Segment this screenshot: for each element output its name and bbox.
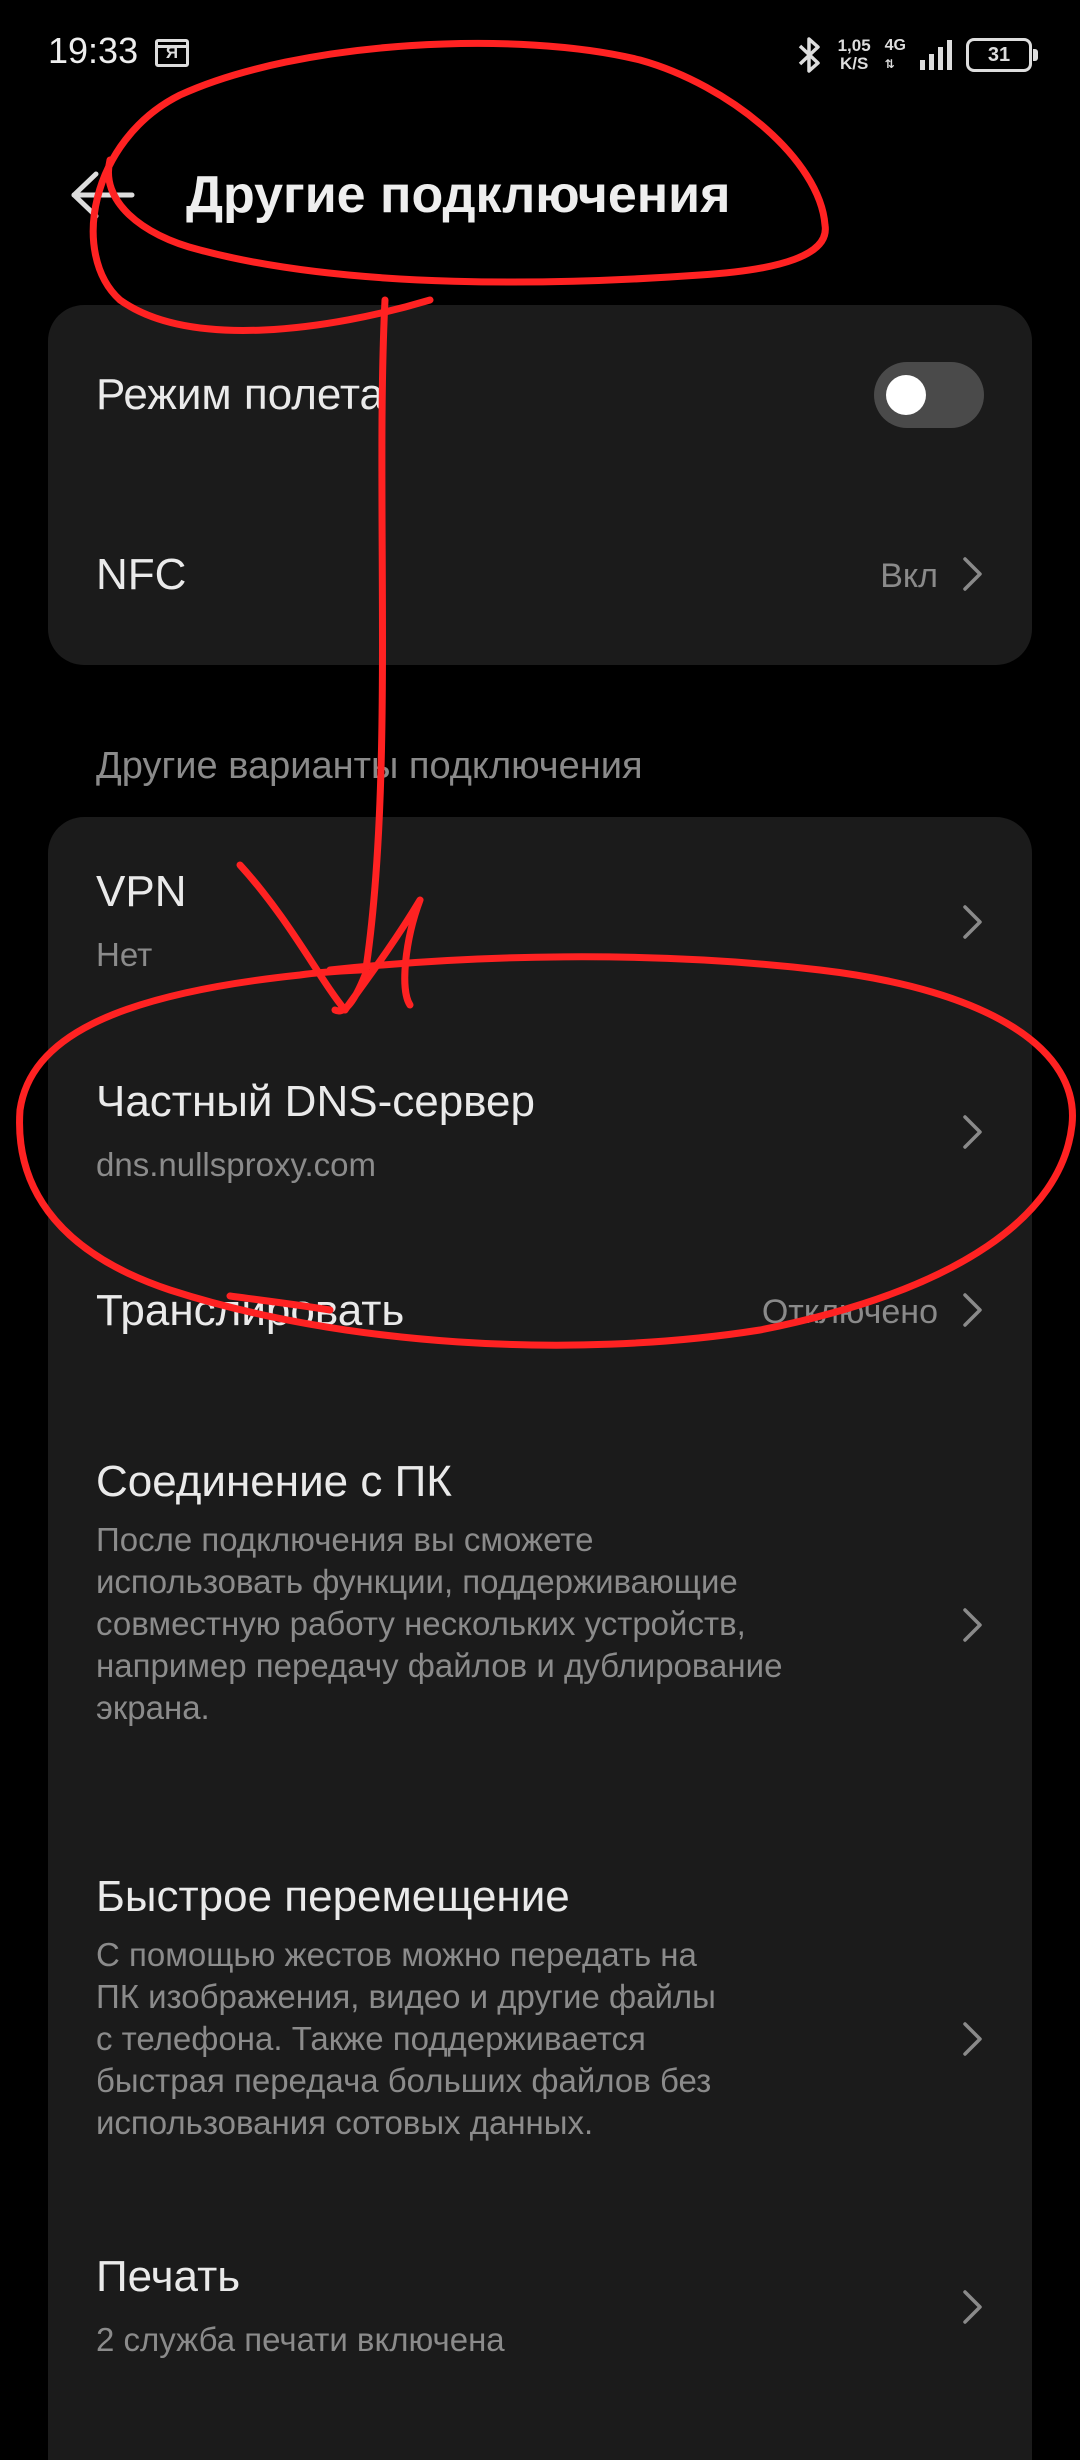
quick-transfer-label: Быстрое перемещение — [96, 1872, 570, 1921]
network-type: 4G ⇅ — [884, 37, 906, 71]
cast-row[interactable]: Транслировать Отключено — [48, 1237, 1032, 1407]
network-speed: 1,05 K/S — [837, 36, 871, 73]
nfc-value: Вкл — [880, 557, 938, 595]
vpn-label: VPN — [96, 867, 187, 916]
vpn-status: Нет — [96, 936, 153, 973]
private-dns-label: Частный DNS-сервер — [96, 1077, 535, 1126]
back-arrow-icon[interactable] — [64, 160, 144, 230]
quick-transfer-description: С помощью жестов можно передать на ПК из… — [96, 1936, 716, 2141]
chevron-right-icon — [963, 2290, 982, 2324]
print-label: Печать — [96, 2252, 241, 2301]
bluetooth-icon — [798, 37, 820, 73]
nfc-row[interactable]: NFC Вкл — [48, 485, 1032, 665]
toggle-knob — [886, 375, 926, 415]
pc-connection-label: Соединение с ПК — [96, 1457, 452, 1506]
print-status: 2 служба печати включена — [96, 2321, 505, 2358]
vpn-row[interactable]: VPN Нет — [48, 817, 1032, 1027]
nfc-label: NFC — [96, 550, 187, 599]
chevron-right-icon — [963, 557, 982, 591]
status-time: 19:33 — [48, 30, 139, 71]
status-bar: 19:33 Я 1,05 K/S 4G ⇅ 31 — [0, 0, 1080, 110]
private-dns-row[interactable]: Частный DNS-сервер dns.nullsproxy.com — [48, 1027, 1032, 1237]
cast-value: Отключено — [761, 1293, 938, 1331]
quick-transfer-row[interactable]: Быстрое перемещение С помощью жестов мож… — [48, 1807, 1032, 2197]
other-options-card: VPN Нет Частный DNS-сервер dns.nullsprox… — [48, 817, 1032, 2460]
private-dns-hostname: dns.nullsproxy.com — [96, 1146, 377, 1183]
connection-card: Режим полета NFC Вкл — [48, 305, 1032, 665]
signal-strength-icon — [920, 40, 952, 70]
section-label: Другие варианты подключения — [96, 745, 643, 787]
yandex-app-notification-icon: Я — [155, 39, 189, 67]
pc-connection-description: После подключения вы сможете использоват… — [96, 1521, 783, 1726]
print-row[interactable]: Печать 2 служба печати включена — [48, 2197, 1032, 2417]
cast-label: Транслировать — [96, 1286, 405, 1335]
airplane-mode-label: Режим полета — [96, 370, 385, 419]
chevron-right-icon — [963, 1115, 982, 1149]
chevron-right-icon — [963, 905, 982, 939]
chevron-right-icon — [963, 2022, 982, 2056]
airplane-mode-row[interactable]: Режим полета — [48, 305, 1032, 485]
pc-connection-row[interactable]: Соединение с ПК После подключения вы смо… — [48, 1407, 1032, 1807]
battery-icon: 31 — [966, 38, 1038, 72]
chevron-right-icon — [963, 1293, 982, 1327]
page-title: Другие подключения — [186, 166, 731, 224]
chevron-right-icon — [963, 1608, 982, 1642]
airplane-mode-toggle[interactable] — [874, 362, 984, 428]
